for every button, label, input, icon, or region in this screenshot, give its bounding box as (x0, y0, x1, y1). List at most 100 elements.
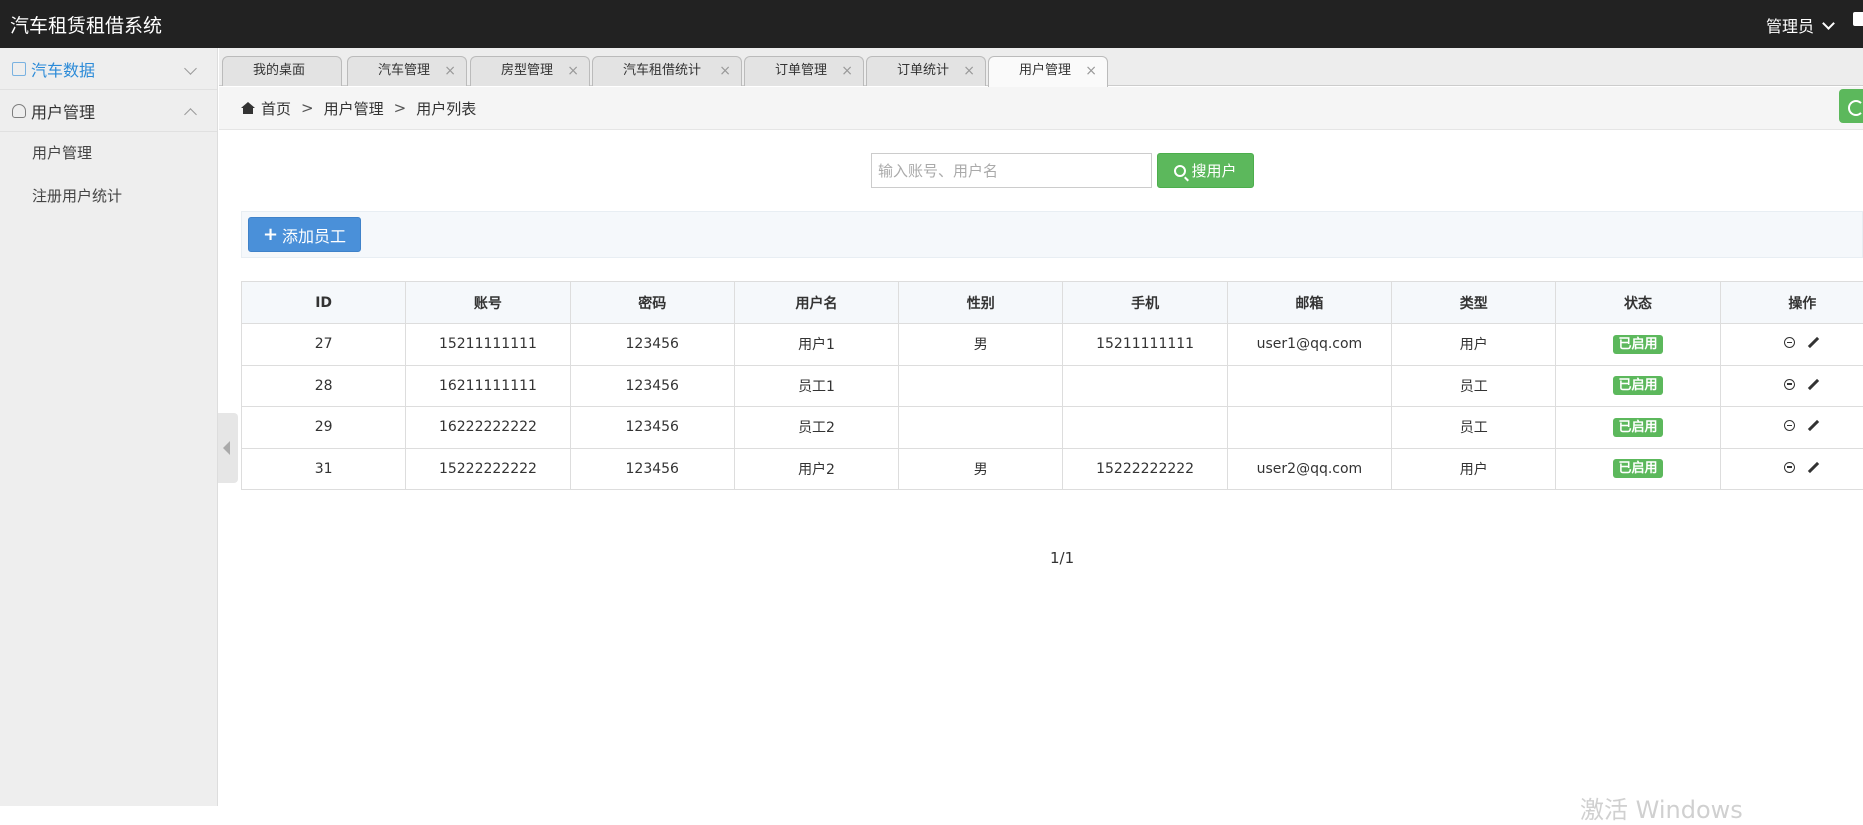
column-header: 密码 (570, 282, 734, 324)
column-header: 类型 (1392, 282, 1556, 324)
tab-label: 汽车租借统计 (623, 63, 701, 78)
cell-phone (1063, 365, 1227, 407)
edit-icon[interactable] (1808, 462, 1819, 473)
toolbar: + 添加员工 (241, 211, 1863, 258)
cell-password: 123456 (570, 448, 734, 490)
breadcrumb-home[interactable]: 首页 (261, 98, 291, 119)
breadcrumb-level2: 用户列表 (416, 98, 476, 119)
cell-email: user2@qq.com (1227, 448, 1391, 490)
user-table-wrapper: ID 账号 密码 用户名 性别 手机 邮箱 类型 状态 操作 27 152111… (241, 281, 1863, 490)
tab-car-management[interactable]: 汽车管理 × (347, 56, 467, 86)
cell-username: 用户1 (734, 324, 898, 366)
cell-password: 123456 (570, 365, 734, 407)
cell-gender (899, 407, 1063, 449)
pagination: 1/1 (1050, 549, 1074, 567)
close-icon[interactable]: × (444, 57, 456, 85)
tab-user-management[interactable]: 用户管理 × (988, 56, 1108, 87)
tab-label: 订单管理 (775, 63, 827, 78)
tab-room-type-management[interactable]: 房型管理 × (470, 56, 590, 86)
cell-actions (1720, 324, 1863, 366)
close-icon[interactable]: × (1085, 57, 1097, 85)
edit-icon[interactable] (1808, 379, 1819, 390)
status-badge: 已启用 (1613, 376, 1662, 395)
close-icon[interactable]: × (567, 57, 579, 85)
home-icon (241, 102, 255, 114)
tab-strip: 我的桌面 汽车管理 × 房型管理 × 汽车租借统计 × 订单管理 × 订单统计 … (219, 48, 1863, 86)
refresh-button[interactable] (1839, 89, 1863, 123)
disable-icon[interactable] (1784, 337, 1795, 348)
status-badge: 已启用 (1613, 335, 1662, 354)
disable-icon[interactable] (1784, 420, 1795, 431)
edit-icon[interactable] (1808, 337, 1819, 348)
cell-type: 员工 (1392, 365, 1556, 407)
admin-menu[interactable]: 管理员 (1766, 13, 1833, 37)
add-button-label: 添加员工 (282, 223, 346, 247)
cell-actions (1720, 407, 1863, 449)
cell-id: 28 (242, 365, 406, 407)
chevron-down-icon (1822, 17, 1835, 30)
sidebar: 汽车数据 用户管理 用户管理 注册用户统计 (0, 48, 218, 806)
table-row: 31 15222222222 123456 用户2 男 15222222222 … (242, 448, 1863, 490)
add-employee-button[interactable]: + 添加员工 (248, 217, 361, 252)
column-header: 操作 (1720, 282, 1863, 324)
breadcrumb-separator: > (301, 99, 314, 117)
tab-order-management[interactable]: 订单管理 × (744, 56, 864, 86)
tab-desktop[interactable]: 我的桌面 (222, 56, 342, 86)
cell-email: user1@qq.com (1227, 324, 1391, 366)
search-button-label: 搜用户 (1191, 160, 1236, 181)
tab-label: 用户管理 (1019, 63, 1071, 78)
cell-id: 31 (242, 448, 406, 490)
cell-username: 员工2 (734, 407, 898, 449)
search-user-button[interactable]: 搜用户 (1157, 153, 1254, 188)
table-row: 28 16211111111 123456 员工1 员工 已启用 (242, 365, 1863, 407)
sidebar-group-user-management[interactable]: 用户管理 (0, 90, 217, 132)
tab-label: 汽车管理 (378, 63, 430, 78)
cell-gender (899, 365, 1063, 407)
building-icon (12, 62, 26, 76)
sidebar-item-registered-user-stats[interactable]: 注册用户统计 (0, 175, 217, 218)
cell-status: 已启用 (1556, 448, 1720, 490)
close-icon[interactable]: × (963, 57, 975, 85)
column-header: 状态 (1556, 282, 1720, 324)
cell-account: 15222222222 (406, 448, 570, 490)
plus-icon: + (263, 224, 278, 245)
column-header: 手机 (1063, 282, 1227, 324)
table-header-row: ID 账号 密码 用户名 性别 手机 邮箱 类型 状态 操作 (242, 282, 1863, 324)
column-header: 用户名 (734, 282, 898, 324)
cell-phone: 15222222222 (1063, 448, 1227, 490)
windows-activation-watermark: 激活 Windows (1580, 790, 1743, 825)
disable-icon[interactable] (1784, 379, 1795, 390)
shirt-icon[interactable] (1853, 12, 1863, 26)
tab-label: 我的桌面 (253, 63, 305, 78)
breadcrumb-level1[interactable]: 用户管理 (324, 98, 384, 119)
cell-type: 用户 (1392, 324, 1556, 366)
table-row: 29 16222222222 123456 员工2 员工 已启用 (242, 407, 1863, 449)
close-icon[interactable]: × (841, 57, 853, 85)
sidebar-item-user-management[interactable]: 用户管理 (0, 132, 217, 175)
sidebar-group-label: 用户管理 (31, 99, 95, 123)
breadcrumb-separator: > (394, 99, 407, 117)
cell-status: 已启用 (1556, 324, 1720, 366)
cell-account: 16222222222 (406, 407, 570, 449)
cell-actions (1720, 365, 1863, 407)
column-header: ID (242, 282, 406, 324)
cell-account: 15211111111 (406, 324, 570, 366)
search-input[interactable] (871, 153, 1152, 188)
cell-gender: 男 (899, 448, 1063, 490)
cell-email (1227, 407, 1391, 449)
cell-status: 已启用 (1556, 365, 1720, 407)
tab-order-stats[interactable]: 订单统计 × (866, 56, 986, 86)
cell-username: 用户2 (734, 448, 898, 490)
disable-icon[interactable] (1784, 462, 1795, 473)
sidebar-collapse-handle[interactable] (218, 413, 238, 483)
breadcrumb: 首页 > 用户管理 > 用户列表 (219, 87, 1863, 130)
status-badge: 已启用 (1613, 418, 1662, 437)
user-icon (12, 104, 26, 118)
cell-gender: 男 (899, 324, 1063, 366)
sidebar-group-car-data[interactable]: 汽车数据 (0, 48, 217, 90)
tab-label: 房型管理 (501, 63, 553, 78)
close-icon[interactable]: × (719, 57, 731, 85)
table-row: 27 15211111111 123456 用户1 男 15211111111 … (242, 324, 1863, 366)
tab-rental-stats[interactable]: 汽车租借统计 × (592, 56, 742, 86)
edit-icon[interactable] (1808, 420, 1819, 431)
